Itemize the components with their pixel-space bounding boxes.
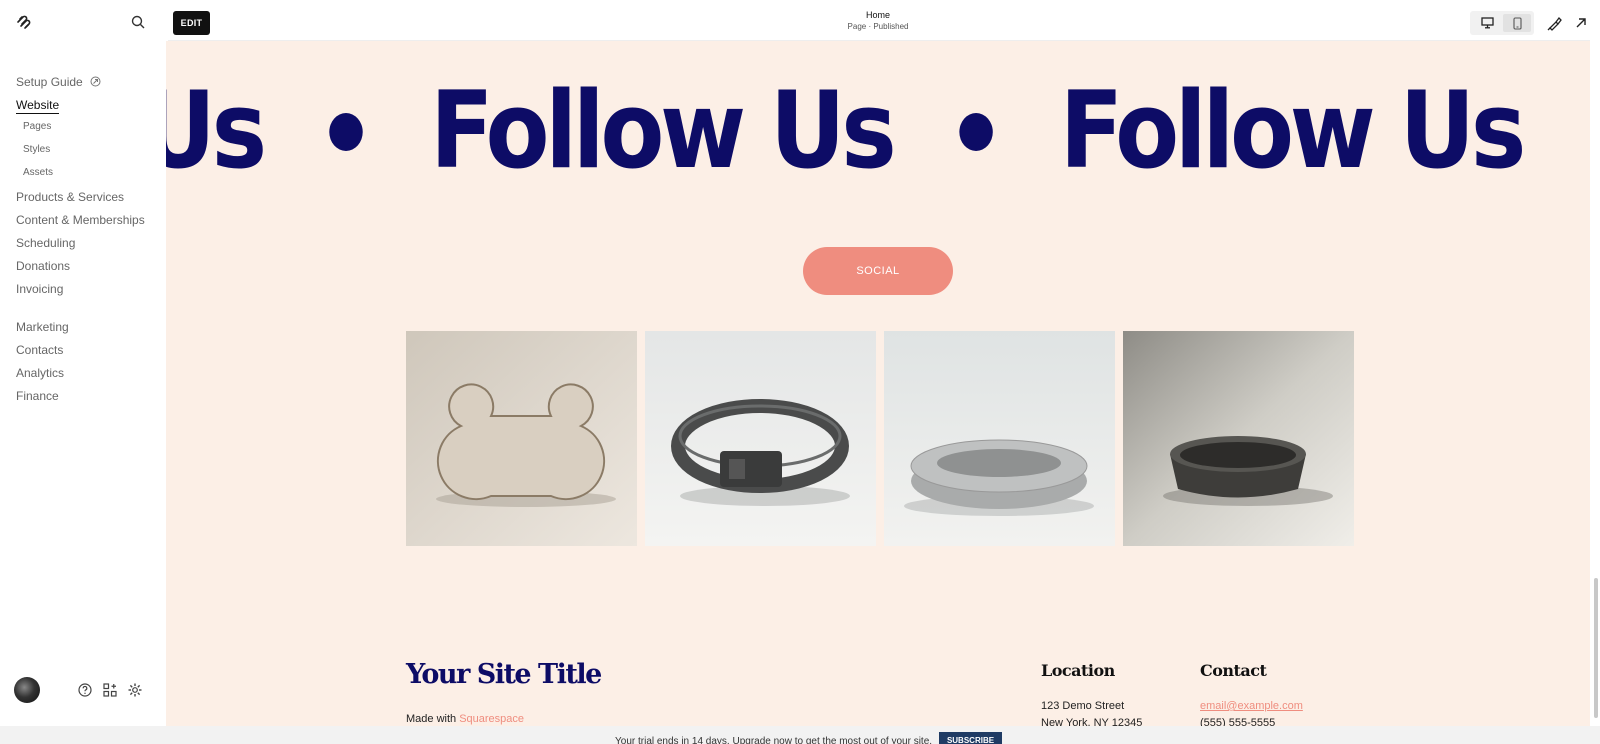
mobile-view-button[interactable] xyxy=(1503,14,1531,32)
made-with-label: Made with xyxy=(406,713,457,725)
settings-gear-icon[interactable] xyxy=(127,682,143,698)
sidebar-item-donations[interactable]: Donations xyxy=(16,258,145,281)
sidebar-item-content[interactable]: Content & Memberships xyxy=(16,212,145,235)
sidebar-item-setup-guide[interactable]: Setup Guide xyxy=(16,74,145,97)
email-link[interactable]: email@example.com xyxy=(1200,700,1303,712)
social-button[interactable]: SOCIAL xyxy=(803,247,953,295)
trial-message: Your trial ends in 14 days. Upgrade now … xyxy=(615,736,933,744)
sidebar-item-products[interactable]: Products & Services xyxy=(16,189,145,212)
marquee-text: Follow Us xyxy=(1059,69,1527,192)
sidebar-item-website[interactable]: Website xyxy=(16,97,145,120)
page-info: Home Page · Published xyxy=(768,10,988,32)
scrollbar-thumb[interactable] xyxy=(1594,578,1598,718)
address-line-1: 123 Demo Street xyxy=(1041,700,1125,712)
desktop-icon xyxy=(1480,17,1494,29)
subscribe-button[interactable]: SUBSCRIBE xyxy=(939,732,1002,744)
avatar[interactable] xyxy=(14,677,40,703)
gallery-image-bone-toy[interactable] xyxy=(406,331,637,546)
edit-button[interactable]: EDIT xyxy=(173,11,210,35)
follow-us-marquee: Follow Us Follow Us Follow Us xyxy=(166,69,1527,192)
gallery-image-dog-bowl[interactable] xyxy=(1123,331,1354,546)
design-brush-icon[interactable] xyxy=(1545,14,1563,32)
device-toggle xyxy=(1470,11,1534,35)
squarespace-logo-icon[interactable] xyxy=(16,14,32,30)
sidebar-item-analytics[interactable]: Analytics xyxy=(16,365,145,388)
site-preview[interactable]: Follow Us Follow Us Follow Us SOCIAL xyxy=(166,41,1590,726)
leaf-progress-icon xyxy=(90,75,101,91)
address-line-2: New York, NY 12345 xyxy=(1041,717,1143,726)
sidebar: Setup Guide Website Pages Styles Assets … xyxy=(0,0,162,726)
sidebar-subitem-styles[interactable]: Styles xyxy=(16,143,145,166)
nav-divider xyxy=(16,304,145,319)
search-icon[interactable] xyxy=(130,14,146,30)
help-icon[interactable] xyxy=(77,682,93,698)
gallery-image-collar[interactable] xyxy=(645,331,876,546)
phone-number: (555) 555-5555 xyxy=(1200,717,1276,726)
sidebar-item-marketing[interactable]: Marketing xyxy=(16,319,145,342)
sidebar-footer xyxy=(14,677,154,703)
mobile-icon xyxy=(1512,16,1522,30)
sidebar-item-finance[interactable]: Finance xyxy=(16,388,145,411)
sidebar-subitem-assets[interactable]: Assets xyxy=(16,166,145,189)
sidebar-item-label: Setup Guide xyxy=(16,75,83,89)
footer-site-title[interactable]: Your Site Title xyxy=(406,659,602,690)
desktop-view-button[interactable] xyxy=(1473,14,1501,32)
sidebar-nav: Setup Guide Website Pages Styles Assets … xyxy=(16,74,145,411)
squarespace-link[interactable]: Squarespace xyxy=(459,713,524,725)
made-with-text: Made with Squarespace xyxy=(406,713,524,725)
marquee-separator-dot xyxy=(959,113,993,152)
sidebar-item-label: Website xyxy=(16,98,60,114)
sidebar-item-contacts[interactable]: Contacts xyxy=(16,342,145,365)
editor-toolbar: EDIT Home Page · Published xyxy=(168,4,1590,41)
gallery-image-dog-bed[interactable] xyxy=(884,331,1115,546)
sidebar-subitem-pages[interactable]: Pages xyxy=(16,120,145,143)
marquee-text: Follow Us xyxy=(429,69,897,192)
sidebar-item-scheduling[interactable]: Scheduling xyxy=(16,235,145,258)
page-status: Page · Published xyxy=(847,22,909,31)
contact-heading: Contact xyxy=(1200,661,1267,680)
marquee-separator-dot xyxy=(329,113,364,152)
apps-grid-icon[interactable] xyxy=(102,682,118,698)
marquee-text: Follow Us xyxy=(166,69,267,192)
location-heading: Location xyxy=(1041,661,1115,680)
open-external-arrow-icon[interactable] xyxy=(1572,14,1590,32)
sidebar-item-invoicing[interactable]: Invoicing xyxy=(16,281,145,304)
trial-banner: Your trial ends in 14 days. Upgrade now … xyxy=(0,726,1600,744)
page-title: Home xyxy=(865,10,890,20)
